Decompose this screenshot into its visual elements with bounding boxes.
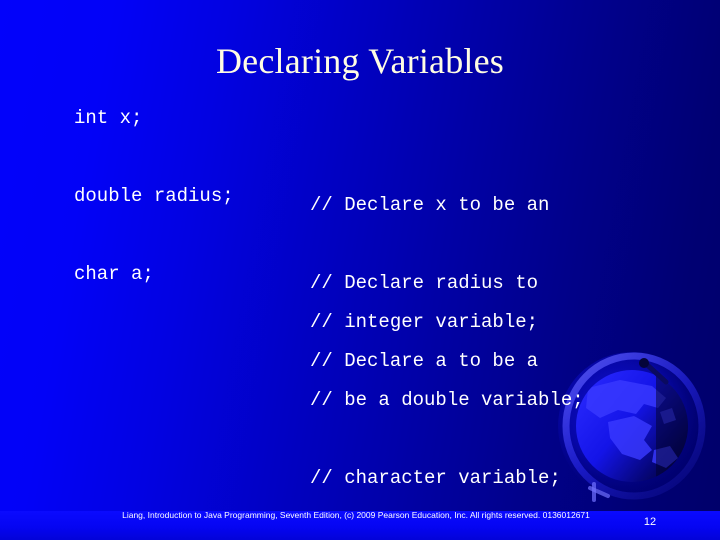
page-number: 12: [643, 516, 657, 528]
declaration-text: double radius;: [74, 185, 234, 207]
comment-text: // Declare a to be a // character variab…: [310, 264, 561, 540]
declaration-text: int x;: [74, 107, 143, 129]
footer-credit-text: Liang, Introduction to Java Programming,…: [122, 510, 590, 520]
declaration-text: char a;: [74, 263, 154, 285]
code-listing: int x; // Declare x to be an // integer …: [0, 107, 720, 489]
slide-canvas: Declaring Variables int x; // Declare x …: [0, 0, 720, 540]
slide-title: Declaring Variables: [215, 41, 505, 81]
comment-line: // Declare a to be a: [310, 350, 539, 372]
comment-line: // character variable;: [310, 467, 561, 489]
